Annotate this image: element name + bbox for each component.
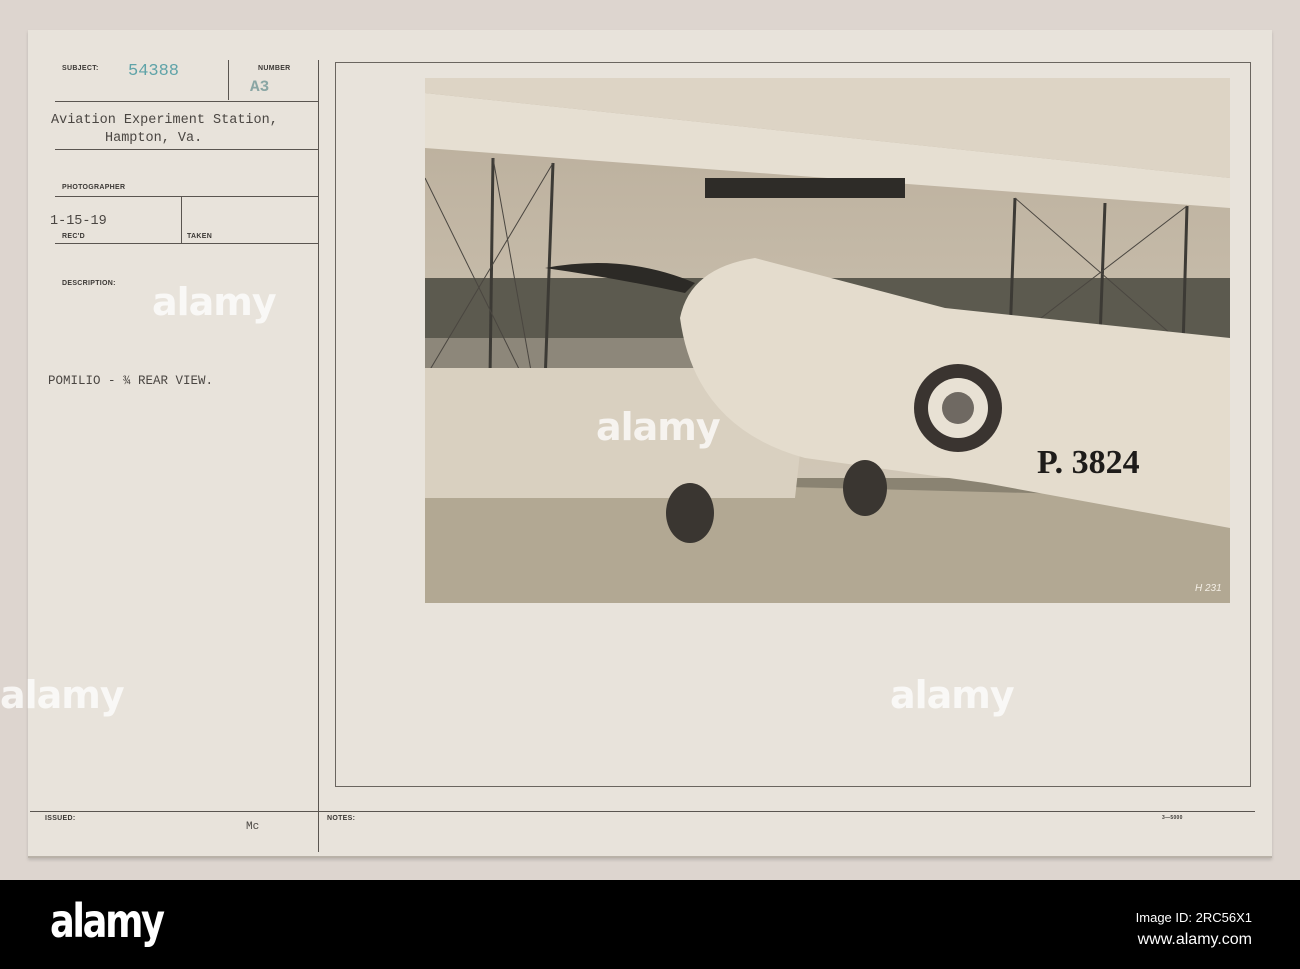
- wheel: [843, 460, 887, 516]
- watermark: alamy: [890, 673, 1015, 717]
- aircraft-photograph: P. 3824 H 231: [425, 78, 1230, 603]
- divider: [228, 60, 229, 100]
- site-url[interactable]: www.alamy.com: [1138, 931, 1252, 949]
- biplane-image: P. 3824 H 231: [425, 78, 1230, 603]
- location-line-1: Aviation Experiment Station,: [51, 113, 278, 128]
- image-id: Image ID: 2RC56X1: [1135, 910, 1252, 925]
- divider: [55, 149, 318, 150]
- divider: [30, 811, 1255, 812]
- description-value: POMILIO - ¾ REAR VIEW.: [48, 374, 214, 388]
- wheel: [666, 483, 714, 543]
- recd-label: REC'D: [62, 233, 85, 240]
- photographer-label: PHOTOGRAPHER: [62, 184, 126, 191]
- divider: [55, 101, 318, 102]
- taken-label: TAKEN: [187, 233, 213, 240]
- divider: [318, 60, 319, 852]
- watermark: alamy: [0, 673, 125, 717]
- location-line-2: Hampton, Va.: [105, 131, 203, 146]
- date-received: 1-15-19: [50, 214, 107, 229]
- subject-number: 54388: [128, 62, 180, 81]
- alamy-logo: alamy: [50, 894, 165, 948]
- watermark: alamy: [152, 280, 277, 324]
- issued-initials: Mc: [246, 821, 260, 833]
- description-label: DESCRIPTION:: [62, 280, 116, 287]
- negative-code: H 231: [1195, 583, 1222, 594]
- subject-label: SUBJECT:: [62, 65, 99, 72]
- form-code: 3—5000: [1162, 815, 1183, 821]
- stock-footer: alamy Image ID: 2RC56X1 www.alamy.com: [0, 880, 1300, 969]
- aircraft-marking: P. 3824: [1037, 444, 1140, 481]
- number-stamp: A3: [250, 78, 270, 96]
- issued-label: ISSUED:: [45, 815, 76, 822]
- number-label: NUMBER: [258, 65, 291, 72]
- divider: [55, 196, 318, 197]
- divider: [55, 243, 318, 244]
- divider: [181, 197, 182, 244]
- watermark: alamy: [596, 405, 721, 449]
- notes-label: NOTES:: [327, 815, 356, 822]
